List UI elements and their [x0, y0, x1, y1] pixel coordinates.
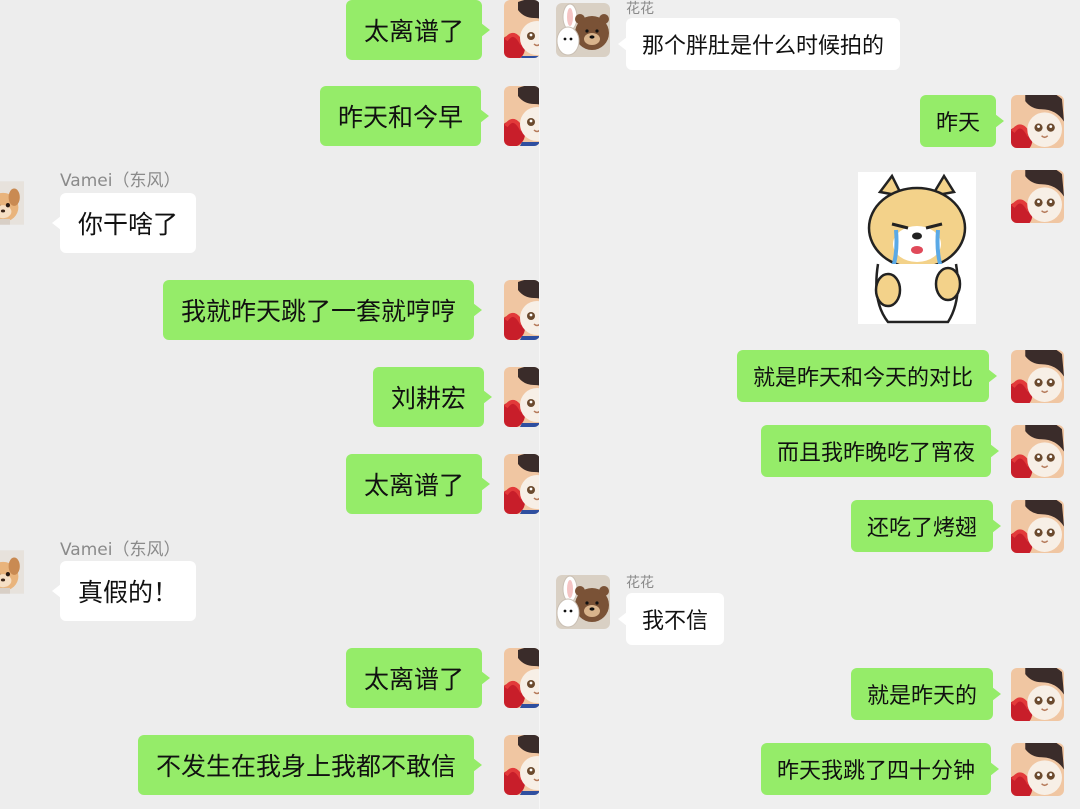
crying-shiba-sticker-icon[interactable] — [858, 172, 976, 324]
my-avatar-icon[interactable] — [1011, 350, 1064, 403]
my-avatar-icon[interactable] — [504, 86, 540, 146]
message-bubble-sent[interactable]: 太离谱了 — [346, 648, 491, 708]
my-avatar-icon[interactable] — [1011, 425, 1064, 478]
message-bubble-sent[interactable]: 太离谱了 — [346, 0, 491, 60]
my-avatar-icon[interactable] — [1011, 668, 1064, 721]
contact-avatar-icon[interactable] — [556, 575, 610, 629]
my-avatar-icon[interactable] — [504, 280, 540, 340]
left-chat-panel: 太离谱了 昨天和今早 Vamei（东风） 你干啥了 我就昨天跳了一套就哼哼 刘耕… — [0, 0, 540, 809]
message-bubble-sent[interactable]: 昨天 — [920, 95, 1005, 147]
my-avatar-icon[interactable] — [1011, 170, 1064, 223]
sender-name: Vamei（东风） — [60, 540, 181, 560]
message-bubble-sent[interactable]: 我就昨天跳了一套就哼哼 — [163, 280, 483, 340]
sender-name: 花花 — [626, 575, 654, 591]
my-avatar-icon[interactable] — [504, 648, 540, 708]
message-bubble-sent[interactable]: 还吃了烤翅 — [851, 500, 1002, 552]
message-bubble-sent[interactable]: 昨天我跳了四十分钟 — [761, 743, 1000, 795]
message-bubble-sent[interactable]: 刘耕宏 — [373, 367, 493, 427]
message-bubble-received[interactable]: 那个胖肚是什么时候拍的 — [617, 18, 901, 70]
my-avatar-icon[interactable] — [504, 735, 540, 795]
my-avatar-icon[interactable] — [504, 367, 540, 427]
message-bubble-sent[interactable]: 就是昨天和今天的对比 — [737, 350, 998, 402]
my-avatar-icon[interactable] — [504, 454, 540, 514]
message-bubble-sent[interactable]: 而且我昨晚吃了宵夜 — [761, 425, 1000, 477]
message-bubble-sent[interactable]: 太离谱了 — [346, 454, 491, 514]
my-avatar-icon[interactable] — [1011, 500, 1064, 553]
message-bubble-received[interactable]: 我不信 — [617, 593, 725, 645]
contact-avatar-icon[interactable] — [0, 541, 42, 603]
message-bubble-sent[interactable]: 就是昨天的 — [851, 668, 1002, 720]
right-chat-panel: 花花 那个胖肚是什么时候拍的 昨天 就是昨天和今天的对比 而且我昨晚吃了宵夜 还… — [540, 0, 1080, 809]
sender-name: 花花 — [626, 1, 654, 17]
my-avatar-icon[interactable] — [504, 0, 540, 58]
my-avatar-icon[interactable] — [1011, 95, 1064, 148]
message-bubble-sent[interactable]: 不发生在我身上我都不敢信 — [138, 735, 483, 795]
message-bubble-received[interactable]: 你干啥了 — [51, 193, 197, 253]
my-avatar-icon[interactable] — [1011, 743, 1064, 796]
contact-avatar-icon[interactable] — [556, 3, 610, 57]
message-bubble-received[interactable]: 真假的！ — [51, 561, 197, 621]
message-bubble-sent[interactable]: 昨天和今早 — [320, 86, 490, 146]
contact-avatar-icon[interactable] — [0, 172, 42, 234]
sender-name: Vamei（东风） — [60, 171, 181, 191]
